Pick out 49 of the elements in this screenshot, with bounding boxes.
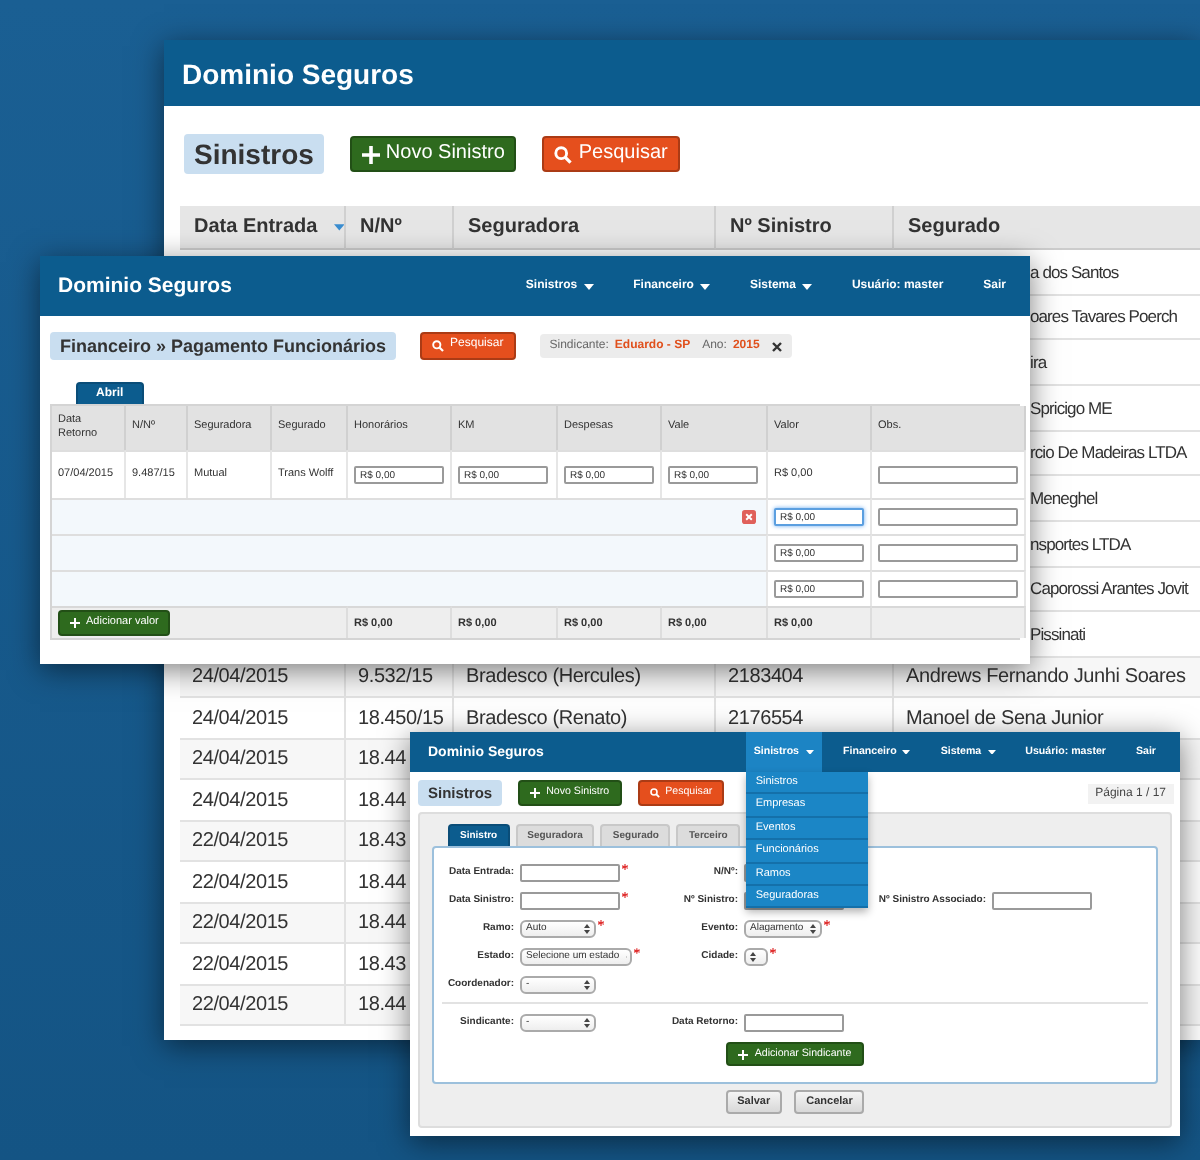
- column-header[interactable]: N/Nº: [346, 206, 454, 250]
- caret-icon: [699, 283, 710, 289]
- search-icon: [554, 145, 573, 163]
- page-heading: Sinistros: [184, 134, 324, 174]
- select-arrows-icon: [584, 923, 590, 933]
- input-field[interactable]: [878, 544, 1018, 562]
- column-header[interactable]: Seguradora: [454, 206, 716, 250]
- input-field[interactable]: [878, 508, 1018, 526]
- input-field[interactable]: [992, 891, 1092, 909]
- table-cell: 24/04/2015: [180, 739, 346, 781]
- caret-icon: [902, 749, 911, 755]
- select-arrows-icon: [584, 979, 590, 989]
- plus-icon: [738, 1049, 749, 1060]
- select-arrows-icon: [750, 951, 756, 961]
- search-button[interactable]: Pesquisar: [542, 136, 680, 172]
- caret-icon: [987, 749, 996, 755]
- delete-icon[interactable]: [742, 510, 756, 524]
- column-header[interactable]: Segurado: [894, 206, 1200, 250]
- plus-icon: [530, 788, 541, 798]
- select-arrows-icon: [584, 1017, 590, 1027]
- column-header[interactable]: Data Entrada: [180, 206, 346, 250]
- search-icon: [649, 788, 660, 798]
- select-arrows-icon: [809, 923, 816, 933]
- table-cell: 22/04/2015: [180, 821, 346, 863]
- app-title: Dominio Seguros: [58, 274, 232, 298]
- select-field[interactable]: [744, 947, 768, 965]
- table-cell: 22/04/2015: [180, 985, 346, 1027]
- table-cell: 22/04/2015: [180, 944, 346, 986]
- input-field[interactable]: [520, 891, 620, 909]
- table-cell: 22/04/2015: [180, 862, 346, 904]
- column-header[interactable]: Nº Sinistro: [716, 206, 894, 250]
- caret-icon: [801, 283, 812, 289]
- table-cell: 22/04/2015: [180, 903, 346, 945]
- input-field[interactable]: [744, 1013, 844, 1031]
- plus-icon: [70, 618, 80, 628]
- new-button[interactable]: Novo Sinistro: [349, 136, 517, 172]
- page-heading: Financeiro » Pagamento Funcionários: [50, 332, 397, 360]
- app-title: Dominio Seguros: [182, 57, 414, 89]
- table-cell: 18.450/15: [346, 698, 454, 740]
- caret-icon: [805, 749, 814, 755]
- input-field[interactable]: [520, 863, 620, 881]
- close-icon[interactable]: [771, 341, 782, 351]
- table-cell: 24/04/2015: [180, 780, 346, 822]
- caret-icon: [583, 283, 594, 289]
- input-field[interactable]: [878, 466, 1018, 484]
- table-cell: 24/04/2015: [180, 698, 346, 740]
- input-field[interactable]: [878, 580, 1018, 598]
- plus-icon: [361, 145, 380, 163]
- search-icon: [432, 340, 445, 352]
